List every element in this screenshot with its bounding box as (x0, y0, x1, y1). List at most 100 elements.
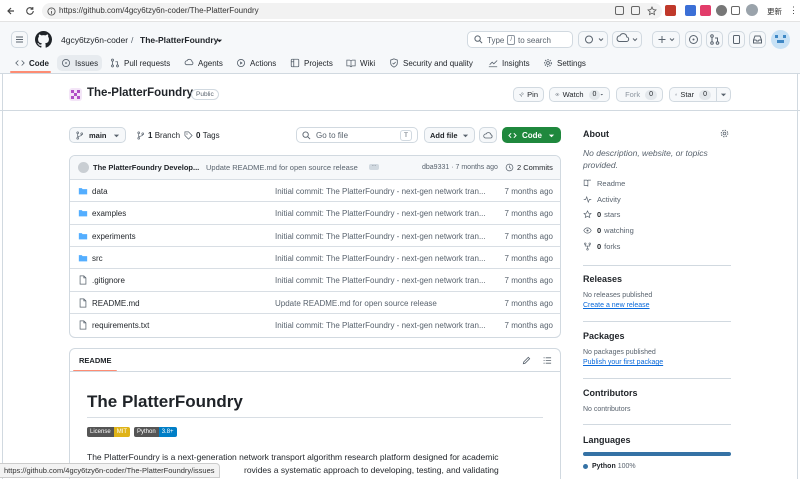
pull-requests-button[interactable] (706, 31, 723, 48)
branch-selector[interactable]: main (69, 127, 126, 143)
repo-name-link[interactable]: The-PlatterFoundry (140, 35, 218, 45)
extension-icon-5[interactable] (731, 6, 740, 15)
menu-dots-icon[interactable]: ⋮ (789, 5, 798, 16)
commit-message[interactable]: Update README.md for open source release (206, 163, 358, 172)
file-row[interactable]: data Initial commit: The PlatterFoundry -… (70, 179, 560, 201)
inbox-button[interactable] (749, 31, 766, 48)
reload-icon[interactable] (24, 5, 35, 16)
repo-owner-link[interactable]: 4gcy6tzy6n-coder (61, 35, 128, 45)
issues-button[interactable] (685, 31, 702, 48)
codespaces-button[interactable] (612, 31, 642, 48)
releases-heading[interactable]: Releases (583, 274, 622, 284)
commit-hash[interactable]: dba9331 (422, 164, 449, 171)
file-name[interactable]: requirements.txt (92, 321, 149, 330)
file-commit-message[interactable]: Initial commit: The PlatterFoundry - nex… (275, 321, 489, 330)
packages-heading[interactable]: Packages (583, 331, 625, 341)
create-new-button[interactable] (652, 31, 680, 48)
back-icon[interactable] (5, 5, 16, 16)
languages-heading: Languages (583, 435, 631, 445)
tab-agents[interactable]: Agents (184, 55, 223, 71)
about-item-Activity[interactable]: Activity (583, 195, 621, 204)
star-button[interactable]: Star 0 (669, 87, 717, 102)
file-name[interactable]: src (92, 254, 103, 263)
issue-icon (61, 58, 71, 68)
tab-settings[interactable]: Settings (543, 55, 586, 71)
file-name[interactable]: experiments (92, 232, 136, 241)
outline-list-icon[interactable] (542, 355, 552, 365)
file-commit-message[interactable]: Update README.md for open source release (275, 299, 489, 308)
file-row[interactable]: .gitignore Initial commit: The PlatterFou… (70, 268, 560, 290)
publish-package-link[interactable]: Publish your first package (583, 359, 663, 366)
tab-pull-requests[interactable]: Pull requests (110, 55, 170, 71)
extension-icon-1[interactable] (665, 5, 676, 16)
tab-issues[interactable]: Issues (57, 55, 103, 71)
extension-icon-4[interactable] (716, 5, 727, 16)
commit-history-link[interactable]: 2 Commits (505, 163, 553, 172)
go-to-file-input[interactable]: Go to file T (296, 127, 418, 143)
bookmark-star-icon[interactable] (646, 5, 657, 16)
repo-title[interactable]: The-PlatterFoundry (87, 87, 193, 99)
star-list-dropdown[interactable] (716, 87, 731, 102)
license-badge[interactable]: License MIT (87, 427, 131, 437)
translate-icon[interactable] (615, 6, 624, 15)
about-item-stars[interactable]: 0 stars (583, 210, 620, 219)
language-item-python[interactable]: Python 100% (583, 463, 636, 470)
about-item-Readme[interactable]: Readme (583, 179, 625, 188)
file-row[interactable]: src Initial commit: The PlatterFoundry - … (70, 245, 560, 268)
about-item-watching[interactable]: 0 watching (583, 226, 634, 235)
file-row[interactable]: experiments Initial commit: The PlatterFo… (70, 223, 560, 246)
file-row[interactable]: examples Initial commit: The PlatterFound… (70, 201, 560, 223)
file-name[interactable]: .gitignore (92, 276, 125, 285)
extension-icon-2[interactable] (685, 5, 696, 16)
url-text[interactable]: https://github.com/4gcy6tzy6n-coder/The-… (59, 6, 259, 15)
tab-actions[interactable]: Actions (236, 55, 276, 71)
file-commit-message[interactable]: Initial commit: The PlatterFoundry - nex… (275, 276, 489, 285)
tab-wiki[interactable]: Wiki (346, 55, 375, 71)
file-name[interactable]: examples (92, 209, 126, 218)
add-file-button[interactable]: Add file (424, 127, 475, 143)
file-row[interactable]: requirements.txt Initial commit: The Plat… (70, 312, 560, 335)
file-commit-message[interactable]: Initial commit: The PlatterFoundry - nex… (275, 209, 489, 218)
commit-author-avatar[interactable] (78, 162, 89, 173)
file-commit-message[interactable]: Initial commit: The PlatterFoundry - nex… (275, 232, 489, 241)
readme-tab[interactable]: README (79, 356, 112, 365)
edit-pencil-icon[interactable] (521, 355, 531, 365)
codespaces-sync-button[interactable] (479, 127, 497, 143)
branches-link[interactable]: 1 Branch (136, 131, 180, 140)
file-name[interactable]: README.md (92, 299, 140, 308)
commit-author[interactable]: The PlatterFoundry Develop... (93, 163, 199, 172)
hamburger-menu-button[interactable] (11, 31, 28, 48)
grid-icon[interactable] (631, 6, 640, 15)
extension-icon-3[interactable] (700, 5, 711, 16)
tags-link[interactable]: 0 Tags (184, 131, 220, 140)
about-item-forks[interactable]: 0 forks (583, 242, 620, 251)
about-settings-gear-icon[interactable] (719, 128, 729, 138)
tab-projects[interactable]: Projects (290, 55, 333, 71)
github-logo-icon[interactable] (34, 30, 52, 48)
file-commit-time: 7 months ago (504, 320, 553, 330)
repositories-button[interactable] (728, 31, 745, 48)
create-release-link[interactable]: Create a new release (583, 302, 650, 309)
pin-button[interactable]: Pin (513, 87, 544, 102)
python-badge[interactable]: Python 3.8+ (134, 427, 177, 437)
tab-insights[interactable]: Insights (488, 55, 530, 71)
wiki-icon (346, 59, 356, 68)
copilot-button[interactable] (578, 31, 608, 48)
file-name[interactable]: data (92, 187, 108, 196)
file-commit-message[interactable]: Initial commit: The PlatterFoundry - nex… (275, 254, 489, 263)
file-commit-message[interactable]: Initial commit: The PlatterFoundry - nex… (275, 187, 489, 196)
fork-button[interactable]: Fork 0 (616, 87, 663, 102)
profile-avatar[interactable] (746, 4, 758, 16)
user-avatar[interactable] (771, 30, 790, 49)
update-button[interactable]: 更新 (767, 6, 782, 17)
watch-button[interactable]: Watch 0 (549, 87, 610, 102)
file-row[interactable]: README.md Update README.md for open sourc… (70, 290, 560, 313)
commit-expand-button[interactable]: ··· (369, 164, 379, 170)
tab-security-and-quality[interactable]: Security and quality (389, 55, 473, 71)
gear-icon (544, 59, 552, 67)
tab-code[interactable]: Code (15, 55, 49, 71)
repo-switcher-chevron-icon[interactable] (215, 36, 223, 44)
code-button[interactable]: Code (502, 127, 561, 143)
site-info-icon[interactable] (46, 6, 56, 16)
contributors-heading[interactable]: Contributors (583, 388, 638, 398)
